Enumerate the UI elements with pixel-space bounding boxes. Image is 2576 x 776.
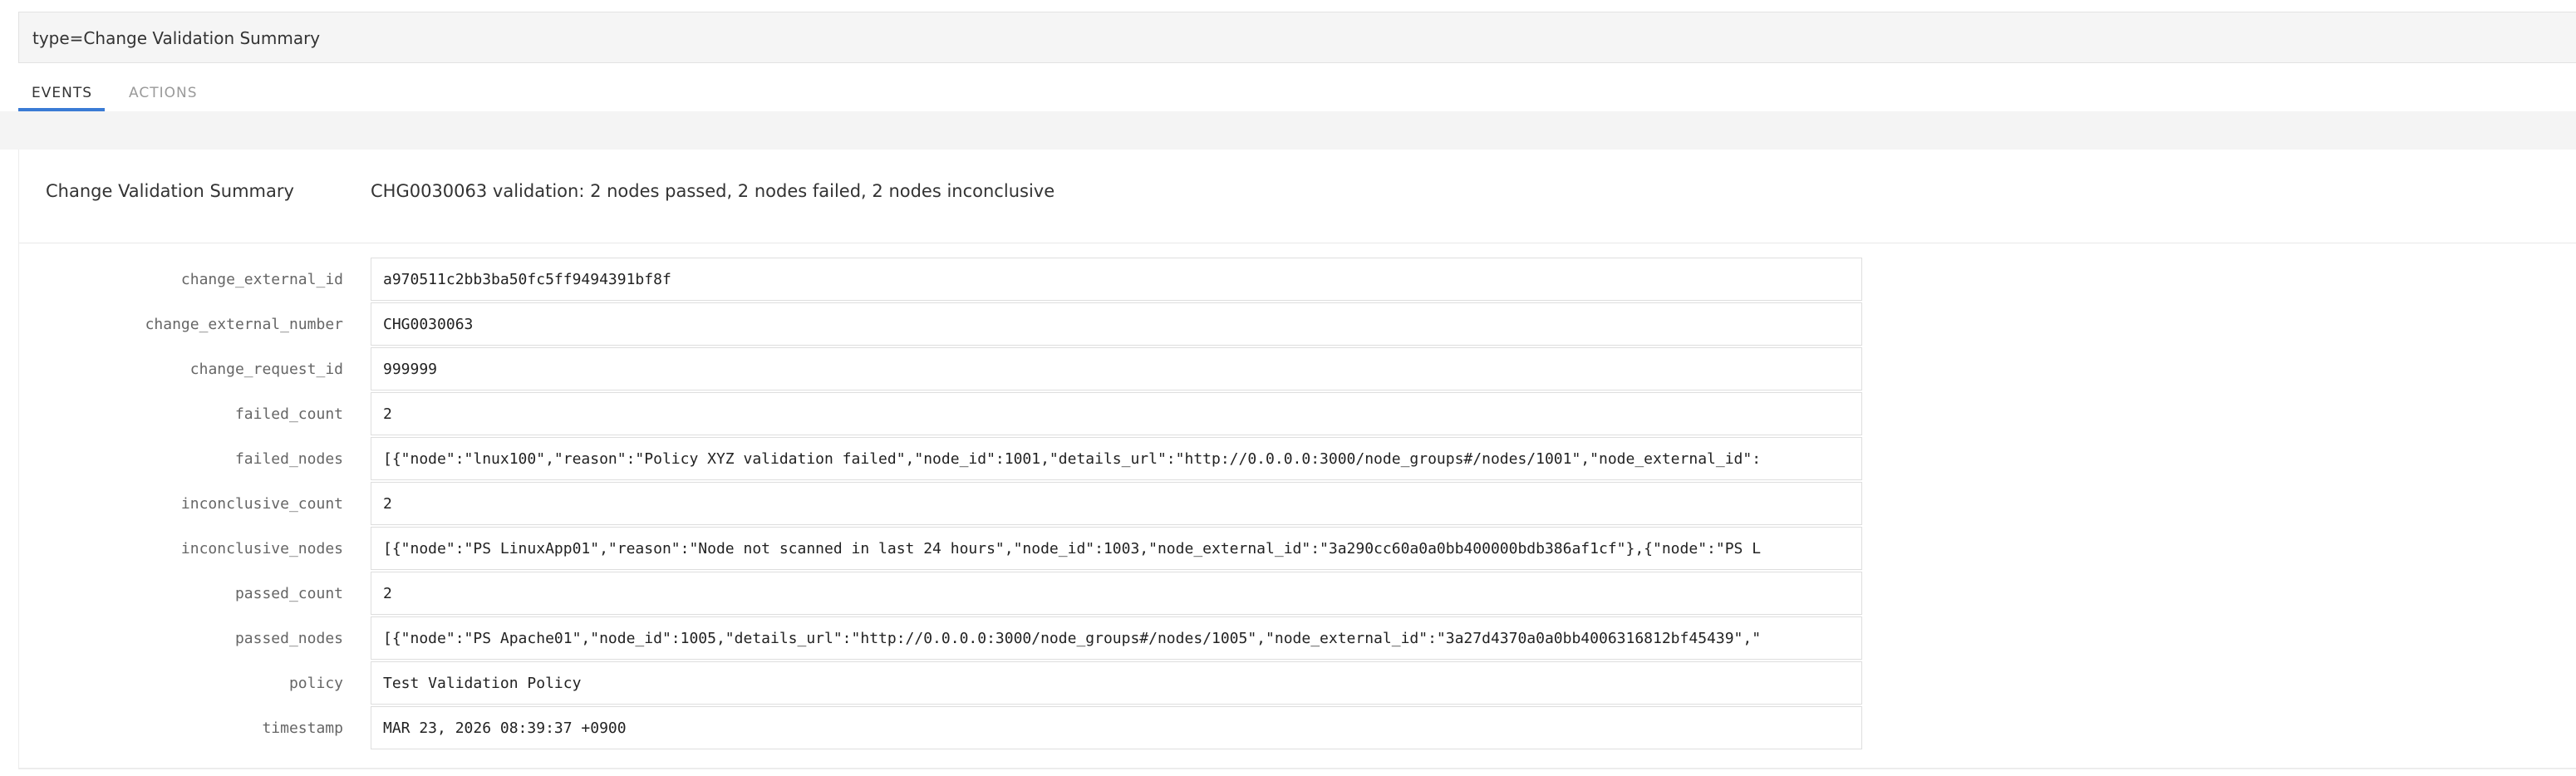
field-row-passed-count: passed_count 2 (19, 572, 1864, 616)
field-value[interactable]: [{"node":"PS Apache01","node_id":1005,"d… (371, 616, 1862, 660)
event-type-label: Change Validation Summary (46, 181, 294, 201)
field-value[interactable]: 2 (371, 482, 1862, 525)
field-row-timestamp: timestamp MAR 23, 2026 08:39:37 +0900 (19, 706, 1864, 751)
tab-actions[interactable]: ACTIONS (129, 85, 198, 101)
field-key: inconclusive_nodes (180, 540, 343, 557)
field-value[interactable]: 2 (371, 392, 1862, 435)
tab-bar: EVENTS ACTIONS (18, 80, 2576, 113)
field-key: change_external_id (180, 271, 343, 288)
field-key: change_request_id (189, 361, 343, 378)
field-row-inconclusive-count: inconclusive_count 2 (19, 482, 1864, 527)
field-key: inconclusive_count (180, 495, 343, 513)
field-row-failed-nodes: failed_nodes [{"node":"lnux100","reason"… (19, 437, 1864, 482)
field-row-failed-count: failed_count 2 (19, 392, 1864, 437)
field-row-passed-nodes: passed_nodes [{"node":"PS Apache01","nod… (19, 616, 1864, 661)
field-row-change-request-id: change_request_id 999999 (19, 347, 1864, 392)
query-text: type=Change Validation Summary (32, 28, 321, 48)
tab-events[interactable]: EVENTS (32, 85, 92, 101)
field-row-change-external-id: change_external_id a970511c2bb3ba50fc5ff… (19, 258, 1864, 302)
field-key: passed_nodes (234, 630, 343, 647)
query-bar[interactable]: type=Change Validation Summary (18, 12, 2576, 63)
toolbar-band (0, 111, 2576, 150)
field-key: change_external_number (145, 316, 343, 333)
field-value[interactable]: [{"node":"PS LinuxApp01","reason":"Node … (371, 527, 1862, 570)
field-value[interactable]: MAR 23, 2026 08:39:37 +0900 (371, 706, 1862, 749)
field-value[interactable]: a970511c2bb3ba50fc5ff9494391bf8f (371, 258, 1862, 301)
event-detail-panel: Change Validation Summary CHG0030063 val… (18, 150, 2576, 769)
event-message: CHG0030063 validation: 2 nodes passed, 2… (371, 181, 1055, 201)
field-row-policy: policy Test Validation Policy (19, 661, 1864, 706)
field-value[interactable]: [{"node":"lnux100","reason":"Policy XYZ … (371, 437, 1862, 480)
field-row-inconclusive-nodes: inconclusive_nodes [{"node":"PS LinuxApp… (19, 527, 1864, 572)
field-value[interactable]: Test Validation Policy (371, 661, 1862, 705)
field-value[interactable]: 999999 (371, 347, 1862, 390)
field-key: timestamp (262, 720, 343, 737)
field-key: failed_nodes (234, 450, 343, 468)
divider (19, 768, 2576, 769)
field-key: failed_count (234, 405, 343, 423)
field-key: passed_count (234, 585, 343, 602)
field-value[interactable]: CHG0030063 (371, 302, 1862, 346)
field-key: policy (288, 675, 343, 692)
field-row-change-external-number: change_external_number CHG0030063 (19, 302, 1864, 347)
field-value[interactable]: 2 (371, 572, 1862, 615)
